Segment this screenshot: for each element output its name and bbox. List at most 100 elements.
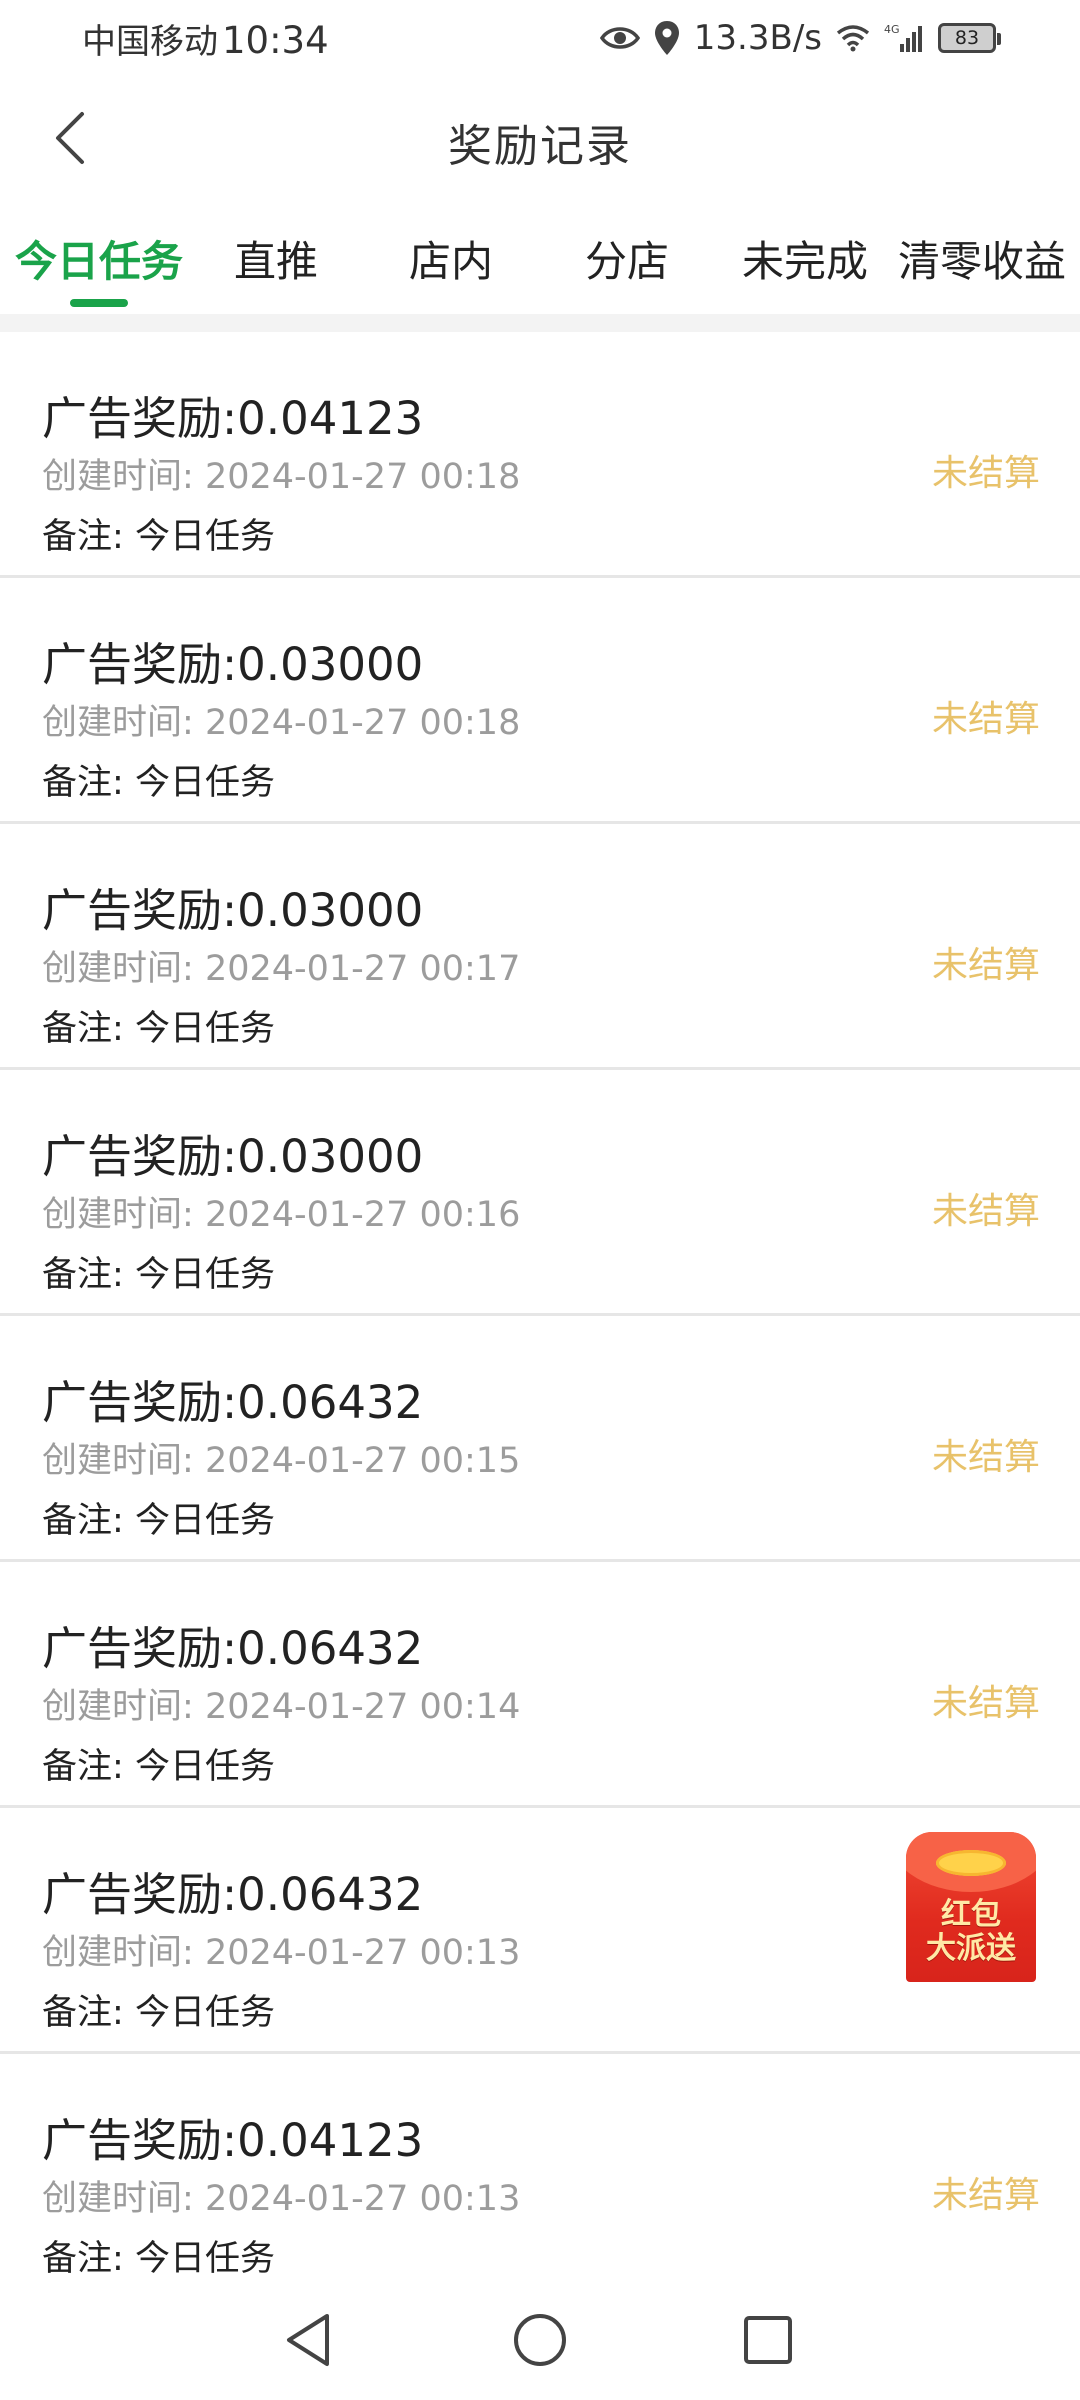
note-value: 今日任务 <box>134 1501 275 1541</box>
clock: 10:34 <box>222 19 329 62</box>
list-item[interactable]: 广告奖励:0.04123 创建时间: 2024-01-27 00:13 备注: … <box>0 2054 1080 2300</box>
status-badge: 未结算 <box>931 2175 1040 2216</box>
tab-incomplete[interactable]: 未完成 <box>742 228 868 289</box>
created-time-line: 创建时间: 2024-01-27 00:16 <box>42 1186 520 1237</box>
created-time: 2024-01-27 00:14 <box>204 1687 521 1727</box>
reward-type-label: 广告奖励: <box>42 1622 238 1675</box>
created-time-label: 创建时间: <box>42 1933 194 1973</box>
red-packet-label: 红包 大派送 <box>906 1898 1036 1966</box>
nav-recents-button[interactable] <box>728 2302 808 2382</box>
reward-amount: 0.06432 <box>237 1376 424 1429</box>
tab-in-store[interactable]: 店内 <box>409 228 493 289</box>
reward-amount-line: 广告奖励:0.03000 <box>42 628 423 693</box>
note-label: 备注: <box>42 1993 124 2033</box>
status-right: 13.3B/s 4G 83 <box>599 16 1001 60</box>
created-time-label: 创建时间: <box>42 1441 194 1481</box>
status-badge: 未结算 <box>931 1683 1040 1724</box>
tab-direct-referral[interactable]: 直推 <box>234 228 318 289</box>
note-value: 今日任务 <box>134 763 275 803</box>
reward-records-list: 广告奖励:0.04123 创建时间: 2024-01-27 00:18 备注: … <box>0 332 1080 2300</box>
note-line: 备注: 今日任务 <box>42 508 275 559</box>
note-line: 备注: 今日任务 <box>42 1246 275 1297</box>
list-item[interactable]: 广告奖励:0.06432 创建时间: 2024-01-27 00:14 备注: … <box>0 1562 1080 1808</box>
red-packet-line1: 红包 <box>941 1897 1001 1932</box>
reward-amount: 0.03000 <box>237 884 424 937</box>
reward-amount-line: 广告奖励:0.03000 <box>42 874 423 939</box>
reward-type-label: 广告奖励: <box>42 1130 238 1183</box>
reward-amount: 0.03000 <box>237 1130 424 1183</box>
battery-icon: 83 <box>938 23 1001 53</box>
active-tab-indicator <box>70 299 128 307</box>
created-time: 2024-01-27 00:18 <box>204 457 521 497</box>
tab-cleared-earnings[interactable]: 清零收益 <box>898 228 1066 289</box>
note-line: 备注: 今日任务 <box>42 1492 275 1543</box>
tab-bar: 今日任务 直推 店内 分店 未完成 清零收益 <box>0 204 1080 314</box>
square-recents-icon <box>742 2314 794 2370</box>
location-icon <box>654 20 680 56</box>
note-line: 备注: 今日任务 <box>42 1984 275 2035</box>
tab-today-tasks[interactable]: 今日任务 <box>15 228 183 289</box>
note-label: 备注: <box>42 1009 124 1049</box>
status-bar: 中国移动 10:34 13.3B/s 4G 83 <box>0 0 1080 76</box>
list-item[interactable]: 广告奖励:0.03000 创建时间: 2024-01-27 00:18 备注: … <box>0 578 1080 824</box>
reward-amount-line: 广告奖励:0.06432 <box>42 1366 423 1431</box>
reward-amount-line: 广告奖励:0.04123 <box>42 382 423 447</box>
note-label: 备注: <box>42 763 124 803</box>
note-label: 备注: <box>42 517 124 557</box>
reward-type-label: 广告奖励: <box>42 884 238 937</box>
reward-amount-line: 广告奖励:0.06432 <box>42 1612 423 1677</box>
carrier-name: 中国移动 <box>82 22 218 62</box>
nav-back-button[interactable] <box>268 2302 348 2382</box>
note-value: 今日任务 <box>134 1993 275 2033</box>
created-time: 2024-01-27 00:13 <box>204 1933 521 1973</box>
reward-amount-line: 广告奖励:0.06432 <box>42 1858 423 1923</box>
circle-home-icon <box>512 2312 568 2372</box>
created-time-line: 创建时间: 2024-01-27 00:14 <box>42 1678 520 1729</box>
wifi-icon <box>836 24 870 52</box>
list-item[interactable]: 广告奖励:0.06432 创建时间: 2024-01-27 00:15 备注: … <box>0 1316 1080 1562</box>
red-packet-button[interactable]: 红包 大派送 <box>906 1832 1036 1982</box>
created-time-label: 创建时间: <box>42 1687 194 1727</box>
status-badge: 未结算 <box>931 699 1040 740</box>
note-line: 备注: 今日任务 <box>42 1000 275 1051</box>
reward-type-label: 广告奖励: <box>42 638 238 691</box>
app-header: 奖励记录 <box>0 76 1080 204</box>
red-packet-line2: 大派送 <box>926 1931 1016 1966</box>
signal-icon: 4G <box>884 22 924 54</box>
reward-amount: 0.03000 <box>237 638 424 691</box>
note-line: 备注: 今日任务 <box>42 1738 275 1789</box>
created-time-label: 创建时间: <box>42 1195 194 1235</box>
note-value: 今日任务 <box>134 2239 275 2279</box>
triangle-back-icon <box>283 2312 333 2372</box>
section-divider <box>0 314 1080 332</box>
created-time-label: 创建时间: <box>42 949 194 989</box>
created-time-line: 创建时间: 2024-01-27 00:18 <box>42 694 520 745</box>
created-time-line: 创建时间: 2024-01-27 00:13 <box>42 2170 520 2221</box>
system-nav-bar <box>0 2280 1080 2400</box>
status-badge: 未结算 <box>931 453 1040 494</box>
nav-home-button[interactable] <box>500 2302 580 2382</box>
reward-amount: 0.06432 <box>237 1622 424 1675</box>
created-time: 2024-01-27 00:17 <box>204 949 521 989</box>
created-time-line: 创建时间: 2024-01-27 00:13 <box>42 1924 520 1975</box>
note-value: 今日任务 <box>134 1009 275 1049</box>
reward-type-label: 广告奖励: <box>42 392 238 445</box>
eye-icon <box>599 24 640 52</box>
status-left: 中国移动 10:34 <box>82 14 329 63</box>
list-item[interactable]: 广告奖励:0.04123 创建时间: 2024-01-27 00:18 备注: … <box>0 332 1080 578</box>
reward-type-label: 广告奖励: <box>42 1376 238 1429</box>
reward-type-label: 广告奖励: <box>42 1868 238 1921</box>
note-value: 今日任务 <box>134 517 275 557</box>
list-item[interactable]: 广告奖励:0.03000 创建时间: 2024-01-27 00:17 备注: … <box>0 824 1080 1070</box>
tab-branch-store[interactable]: 分店 <box>585 228 669 289</box>
note-label: 备注: <box>42 1501 124 1541</box>
reward-amount-line: 广告奖励:0.03000 <box>42 1120 423 1185</box>
list-item[interactable]: 广告奖励:0.03000 创建时间: 2024-01-27 00:16 备注: … <box>0 1070 1080 1316</box>
reward-amount: 0.04123 <box>237 392 424 445</box>
note-value: 今日任务 <box>134 1747 275 1787</box>
network-type-label: 4G <box>884 23 900 36</box>
created-time: 2024-01-27 00:13 <box>204 2179 521 2219</box>
reward-amount: 0.04123 <box>237 2114 424 2167</box>
note-value: 今日任务 <box>134 1255 275 1295</box>
status-badge: 未结算 <box>931 1191 1040 1232</box>
